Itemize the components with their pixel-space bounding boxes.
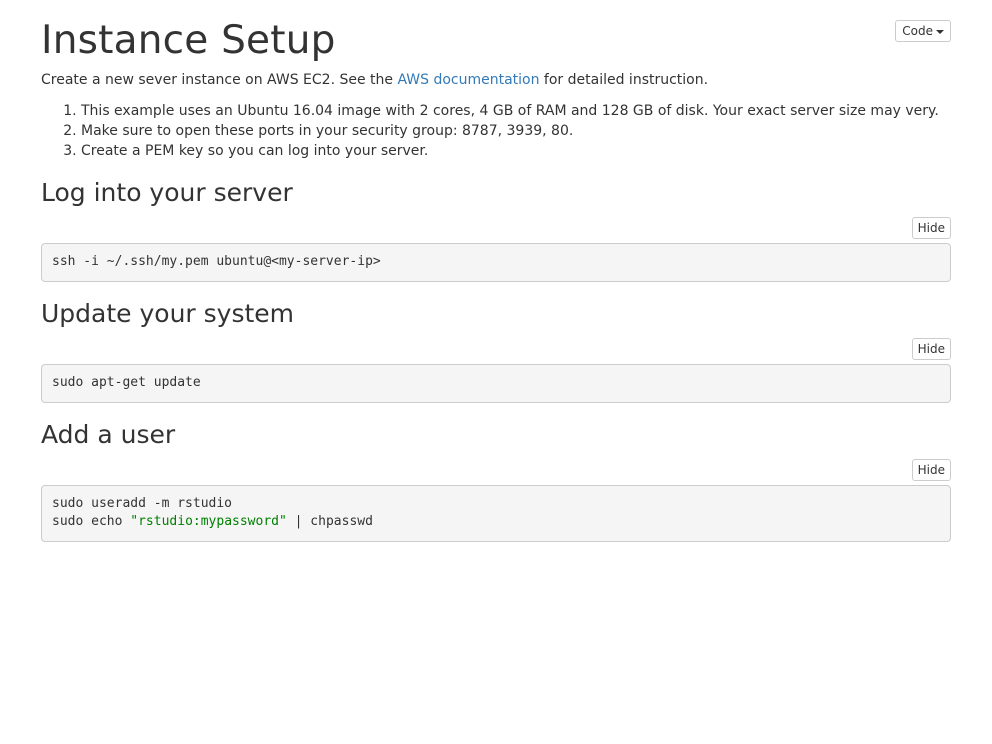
code-string-literal: "rstudio:mypassword" (130, 514, 287, 529)
setup-steps-list: This example uses an Ubuntu 16.04 image … (41, 101, 939, 161)
code-block-add-user: sudo useradd -m rstudio sudo echo "rstud… (41, 485, 951, 542)
list-item: This example uses an Ubuntu 16.04 image … (81, 101, 939, 121)
list-item: Create a PEM key so you can log into you… (81, 141, 939, 161)
code-block-apt-update: sudo apt-get update (41, 364, 951, 403)
code-button-label: Code (902, 24, 933, 38)
section-heading-add-user: Add a user (41, 420, 176, 449)
list-item: Make sure to open these ports in your se… (81, 121, 939, 141)
caret-down-icon (936, 29, 944, 34)
code-line: sudo useradd -m rstudio (52, 496, 233, 511)
code-line: ssh -i ~/.ssh/my.pem ubuntu@<my-server-i… (52, 254, 381, 269)
code-line: sudo apt-get update (52, 375, 201, 390)
section-heading-update-system: Update your system (41, 299, 295, 328)
code-line-suffix: | chpasswd (286, 514, 373, 529)
code-dropdown-button[interactable]: Code (895, 20, 951, 42)
page-title: Instance Setup (41, 18, 336, 63)
intro-paragraph: Create a new sever instance on AWS EC2. … (41, 71, 708, 89)
aws-documentation-link[interactable]: AWS documentation (397, 72, 539, 88)
intro-text-before: Create a new sever instance on AWS EC2. … (41, 72, 398, 88)
hide-code-button[interactable]: Hide (911, 459, 951, 481)
title-row: Instance Setup Code (41, 0, 951, 70)
intro-text-after: for detailed instruction. (539, 72, 709, 88)
document-page: Instance Setup Code Create a new sever i… (41, 0, 951, 542)
code-block-ssh: ssh -i ~/.ssh/my.pem ubuntu@<my-server-i… (41, 243, 951, 282)
hide-code-button[interactable]: Hide (911, 217, 951, 239)
hide-code-button[interactable]: Hide (911, 338, 951, 360)
code-line-prefix: sudo echo (52, 514, 131, 529)
section-heading-log-into-server: Log into your server (41, 178, 293, 207)
